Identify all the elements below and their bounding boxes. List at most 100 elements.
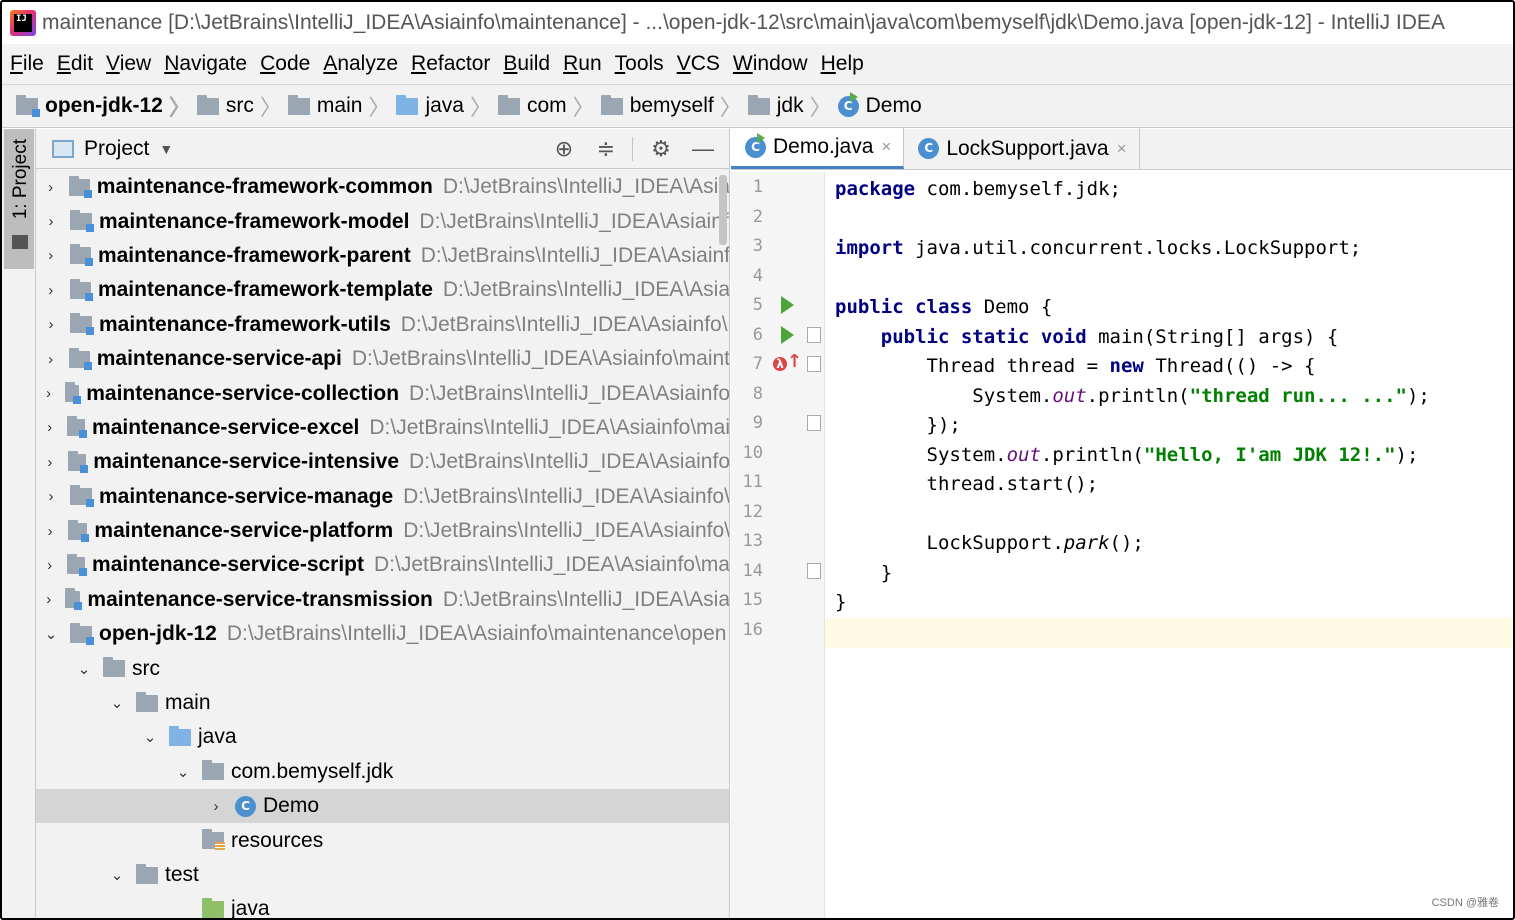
fold-marker-icon[interactable] bbox=[807, 415, 821, 431]
tree-item-path: D:\JetBrains\IntelliJ_IDEA\Asiainf bbox=[419, 209, 729, 233]
chevron-down-icon[interactable]: ⌄ bbox=[44, 625, 58, 643]
chevron-right-icon: 〉 bbox=[719, 95, 742, 120]
menu-run[interactable]: Run bbox=[563, 52, 602, 76]
chevron-right-icon[interactable]: › bbox=[44, 316, 58, 333]
breadcrumb-label: src bbox=[225, 94, 254, 117]
tree-item-com.bemyself.jdk[interactable]: ⌄ com.bemyself.jdk bbox=[36, 755, 729, 789]
tree-scrollbar[interactable] bbox=[719, 175, 727, 245]
chevron-down-icon[interactable]: ⌄ bbox=[110, 866, 124, 884]
breadcrumb-label: main bbox=[316, 94, 363, 117]
menu-tools[interactable]: Tools bbox=[615, 52, 664, 76]
chevron-down-icon[interactable]: ▼ bbox=[159, 141, 173, 157]
chevron-right-icon[interactable]: › bbox=[44, 351, 57, 368]
fold-marker-icon[interactable] bbox=[807, 326, 821, 343]
chevron-right-icon[interactable]: › bbox=[44, 454, 56, 471]
code-line: import java.util.concurrent.locks.LockSu… bbox=[835, 234, 1361, 264]
tree-item-maintenance-service-manage[interactable]: › maintenance-service-manage D:\JetBrains\… bbox=[36, 480, 730, 514]
tree-item-open-jdk-12[interactable]: ⌄ open-jdk-12 D:\JetBrains\IntelliJ_IDEA\A… bbox=[36, 617, 729, 651]
breadcrumb-item-bemyself[interactable]: bemyself 〉 bbox=[600, 90, 742, 122]
chevron-right-icon[interactable]: › bbox=[44, 179, 57, 196]
chevron-right-icon[interactable]: › bbox=[209, 798, 223, 815]
chevron-right-icon[interactable]: › bbox=[44, 385, 53, 402]
tree-item-maintenance-service-platform[interactable]: › maintenance-service-platform D:\JetBrain… bbox=[36, 514, 729, 548]
run-icon[interactable] bbox=[781, 296, 794, 314]
close-icon[interactable]: × bbox=[1117, 139, 1127, 159]
menu-navigate[interactable]: Navigate bbox=[164, 52, 247, 76]
fold-marker-icon[interactable] bbox=[807, 562, 821, 579]
tree-item-java[interactable]: java bbox=[36, 892, 729, 918]
tree-item-src[interactable]: ⌄ src bbox=[36, 651, 729, 685]
breadcrumb-item-java[interactable]: java 〉 bbox=[396, 90, 492, 122]
menu-analyze[interactable]: Analyze bbox=[323, 52, 398, 76]
source-folder-icon bbox=[169, 725, 191, 746]
menu-file[interactable]: File bbox=[10, 52, 44, 76]
collapse-all-icon[interactable]: ≑ bbox=[592, 135, 620, 163]
tree-item-name: maintenance-service-excel bbox=[92, 415, 360, 439]
tree-item-maintenance-framework-utils[interactable]: › maintenance-framework-utils D:\JetBrains… bbox=[36, 308, 729, 342]
tree-item-maintenance-framework-model[interactable]: › maintenance-framework-model D:\JetBrains… bbox=[36, 204, 729, 238]
chevron-right-icon[interactable]: › bbox=[44, 523, 56, 540]
breadcrumb-item-Demo[interactable]: C Demo bbox=[837, 91, 922, 118]
menu-window[interactable]: Window bbox=[733, 52, 808, 76]
tree-item-Demo[interactable]: › C Demo bbox=[36, 789, 729, 824]
menu-edit[interactable]: Edit bbox=[57, 52, 93, 76]
menu-vcs[interactable]: VCS bbox=[677, 52, 720, 76]
intellij-logo-icon: IJ bbox=[10, 10, 36, 36]
chevron-right-icon[interactable]: › bbox=[44, 247, 58, 264]
tree-item-maintenance-service-transmission[interactable]: › maintenance-service-transmission D:\JetB… bbox=[36, 583, 729, 617]
tree-item-name: maintenance-service-collection bbox=[86, 381, 400, 405]
tree-item-maintenance-service-excel[interactable]: › maintenance-service-excel D:\JetBrains\I… bbox=[36, 411, 729, 445]
chevron-right-icon[interactable]: › bbox=[44, 419, 55, 436]
menu-code[interactable]: Code bbox=[260, 52, 310, 76]
code-token: com.bemyself.jdk; bbox=[915, 178, 1121, 200]
tree-item-test[interactable]: ⌄ test bbox=[36, 858, 729, 892]
tree-item-java[interactable]: ⌄ java bbox=[36, 720, 729, 754]
folder-icon bbox=[196, 94, 219, 115]
chevron-right-icon[interactable]: › bbox=[44, 591, 53, 608]
chevron-down-icon[interactable]: ⌄ bbox=[143, 728, 157, 746]
chevron-down-icon[interactable]: ⌄ bbox=[110, 694, 124, 712]
tab-Demo-java[interactable]: C Demo.java × bbox=[731, 128, 905, 169]
line-number: 12 bbox=[742, 501, 763, 522]
tree-item-maintenance-service-api[interactable]: › maintenance-service-api D:\JetBrains\Int… bbox=[36, 342, 729, 376]
gear-icon[interactable]: ⚙ bbox=[647, 135, 675, 163]
breadcrumb-item-src[interactable]: src 〉 bbox=[196, 90, 282, 122]
chevron-down-icon[interactable]: ⌄ bbox=[77, 660, 91, 678]
lambda-icon[interactable]: λ bbox=[773, 357, 787, 371]
breadcrumb-item-jdk[interactable]: jdk 〉 bbox=[747, 90, 832, 122]
tree-item-maintenance-service-script[interactable]: › maintenance-service-script D:\JetBrains\… bbox=[36, 548, 729, 582]
tree-item-main[interactable]: ⌄ main bbox=[36, 686, 729, 720]
menu-build[interactable]: Build bbox=[503, 52, 550, 76]
breadcrumb-item-open-jdk-12[interactable]: open-jdk-12 〉 bbox=[16, 90, 191, 122]
close-icon[interactable]: × bbox=[881, 137, 891, 157]
hide-panel-icon[interactable]: — bbox=[689, 135, 717, 163]
editor-tabs: C Demo.java × C LockSupport.java × bbox=[731, 128, 1513, 170]
locate-file-icon[interactable]: ⊕ bbox=[550, 135, 578, 163]
menu-refactor[interactable]: Refactor bbox=[411, 52, 490, 76]
tree-item-maintenance-framework-parent[interactable]: › maintenance-framework-parent D:\JetBrain… bbox=[36, 239, 729, 273]
menu-view[interactable]: View bbox=[106, 52, 151, 76]
tree-item-resources[interactable]: resources bbox=[36, 823, 729, 857]
run-icon[interactable] bbox=[781, 325, 794, 344]
chevron-right-icon[interactable]: › bbox=[44, 213, 58, 230]
tree-item-path: D:\JetBrains\IntelliJ_IDEA\Asiainfo bbox=[409, 450, 730, 474]
fold-marker-icon[interactable] bbox=[807, 356, 821, 372]
project-tool-tab[interactable]: 1: Project bbox=[4, 129, 34, 269]
tab-LockSupport-java[interactable]: C LockSupport.java × bbox=[904, 128, 1140, 169]
tree-item-maintenance-framework-common[interactable]: › maintenance-framework-common D:\JetBrain… bbox=[36, 170, 729, 204]
module-folder-icon bbox=[69, 175, 92, 198]
menu-help[interactable]: Help bbox=[821, 52, 864, 76]
chevron-right-icon[interactable]: › bbox=[44, 282, 58, 299]
chevron-down-icon[interactable]: ⌄ bbox=[176, 763, 190, 781]
breadcrumb-item-com[interactable]: com 〉 bbox=[497, 90, 595, 122]
tree-item-maintenance-framework-template[interactable]: › maintenance-framework-template D:\JetBra… bbox=[36, 273, 729, 307]
tree-item-maintenance-service-collection[interactable]: › maintenance-service-collection D:\JetBra… bbox=[36, 376, 729, 410]
breadcrumb-item-main[interactable]: main 〉 bbox=[287, 90, 390, 122]
chevron-right-icon[interactable]: › bbox=[44, 488, 58, 505]
folder-icon bbox=[396, 94, 419, 115]
line-number: 4 bbox=[752, 265, 763, 286]
project-view-selector[interactable]: Project bbox=[84, 137, 149, 161]
tree-item-maintenance-service-intensive[interactable]: › maintenance-service-intensive D:\JetBrai… bbox=[36, 445, 730, 479]
chevron-right-icon[interactable]: › bbox=[44, 557, 55, 574]
